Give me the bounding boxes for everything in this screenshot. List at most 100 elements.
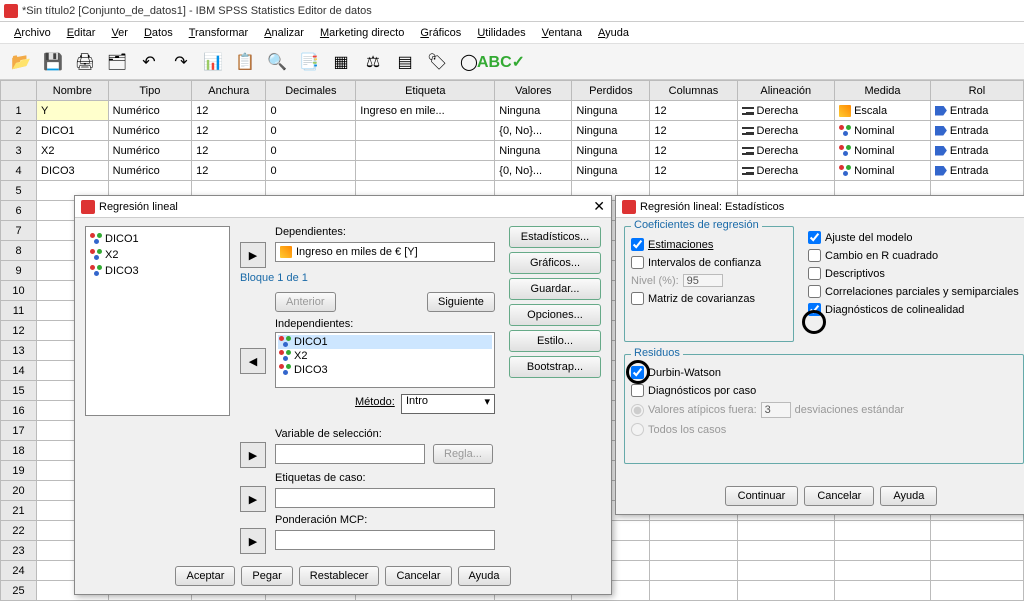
spell-icon[interactable]: ABC✓ [488,49,514,75]
estimates-checkbox[interactable]: Estimaciones [631,238,787,251]
insert-icon[interactable]: 📑 [296,49,322,75]
row-number[interactable]: 20 [1,481,37,501]
row-number[interactable]: 7 [1,221,37,241]
row-number[interactable]: 1 [1,101,37,121]
cell-perdidos[interactable]: Ninguna [572,101,650,121]
cell-etiqueta[interactable] [356,141,495,161]
move-selection-button[interactable]: ▶ [240,442,266,468]
cell-alineacion[interactable]: Derecha [737,141,835,161]
find-icon[interactable]: 🔍 [264,49,290,75]
cell-decimales[interactable]: 0 [266,121,356,141]
col-header[interactable]: Decimales [266,81,356,101]
cell-nombre[interactable]: X2 [37,141,109,161]
split-icon[interactable]: ▦ [328,49,354,75]
menu-ayuda[interactable]: Ayuda [592,25,635,41]
cell-rol[interactable]: Entrada [930,121,1023,141]
move-dependent-button[interactable]: ▶ [240,242,266,268]
model-fit-checkbox[interactable]: Ajuste del modelo [808,231,1019,244]
selection-field[interactable] [275,444,425,464]
dialog-button[interactable]: Ayuda [880,486,937,506]
cell-rol[interactable]: Entrada [930,141,1023,161]
confidence-intervals-checkbox[interactable]: Intervalos de confianza [631,256,787,269]
cell-alineacion[interactable]: Derecha [737,161,835,181]
durbin-watson-checkbox[interactable]: Durbin-Watson [631,366,1017,379]
row-number[interactable]: 13 [1,341,37,361]
var-item[interactable]: DICO3 [90,263,225,279]
cell-valores[interactable]: Ninguna [495,101,572,121]
dialog-button[interactable]: Continuar [725,486,799,506]
cell-rol[interactable]: Entrada [930,101,1023,121]
col-header[interactable]: Medida [835,81,931,101]
cell-alineacion[interactable]: Derecha [737,121,835,141]
cell-etiqueta[interactable]: Ingreso en mile... [356,101,495,121]
covariance-matrix-checkbox[interactable]: Matriz de covarianzas [631,292,787,305]
r2-change-checkbox[interactable]: Cambio en R cuadrado [808,249,1019,262]
row-number[interactable]: 24 [1,561,37,581]
menu-editar[interactable]: Editar [61,25,102,41]
cell-nombre[interactable]: DICO3 [37,161,109,181]
move-mcp-button[interactable]: ▶ [240,528,266,554]
cell-columnas[interactable]: 12 [650,141,737,161]
col-header[interactable]: Columnas [650,81,737,101]
row-number[interactable]: 9 [1,261,37,281]
casewise-diagnostics-checkbox[interactable]: Diagnósticos por caso [631,384,1017,397]
col-header[interactable]: Rol [930,81,1023,101]
side-button-4[interactable]: Estilo... [509,330,601,352]
col-header[interactable]: Nombre [37,81,109,101]
dialog-button[interactable]: Ayuda [458,566,511,586]
cell-tipo[interactable]: Numérico [108,161,191,181]
row-number[interactable]: 4 [1,161,37,181]
cell-etiqueta[interactable] [356,121,495,141]
col-header[interactable]: Valores [495,81,572,101]
cell-tipo[interactable]: Numérico [108,101,191,121]
row-number[interactable]: 12 [1,321,37,341]
side-button-1[interactable]: Gráficos... [509,252,601,274]
menu-transformar[interactable]: Transformar [183,25,255,41]
vars-icon[interactable]: 📋 [232,49,258,75]
col-header[interactable]: Perdidos [572,81,650,101]
cell-anchura[interactable]: 12 [192,141,266,161]
weight-icon[interactable]: ⚖ [360,49,386,75]
cell-medida[interactable]: Nominal [835,161,931,181]
side-button-3[interactable]: Opciones... [509,304,601,326]
close-icon[interactable]: ✕ [593,198,605,215]
row-number[interactable]: 10 [1,281,37,301]
cell-perdidos[interactable]: Ninguna [572,121,650,141]
indep-item[interactable]: DICO3 [278,363,492,377]
cell-nombre[interactable]: DICO1 [37,121,109,141]
save-icon[interactable]: 💾 [40,49,66,75]
row-number[interactable]: 25 [1,581,37,601]
row-number[interactable]: 21 [1,501,37,521]
side-button-5[interactable]: Bootstrap... [509,356,601,378]
row-number[interactable]: 8 [1,241,37,261]
cell-valores[interactable]: Ninguna [495,141,572,161]
dependent-field[interactable]: Ingreso en miles de € [Y] [275,242,495,262]
row-number[interactable]: 17 [1,421,37,441]
menu-utilidades[interactable]: Utilidades [471,25,531,41]
menu-gráficos[interactable]: Gráficos [414,25,467,41]
side-button-2[interactable]: Guardar... [509,278,601,300]
menu-ventana[interactable]: Ventana [536,25,588,41]
descriptives-checkbox[interactable]: Descriptivos [808,267,1019,280]
cell-rol[interactable]: Entrada [930,161,1023,181]
menu-archivo[interactable]: Archivo [8,25,57,41]
col-header[interactable]: Alineación [737,81,835,101]
recall-icon[interactable]: 🗂 [104,49,130,75]
cell-decimales[interactable]: 0 [266,161,356,181]
row-number[interactable]: 3 [1,141,37,161]
row-number[interactable]: 18 [1,441,37,461]
cell-medida[interactable]: Nominal [835,141,931,161]
menu-datos[interactable]: Datos [138,25,179,41]
undo-icon[interactable]: ↶ [136,49,162,75]
dialog-button[interactable]: Restablecer [299,566,380,586]
cell-decimales[interactable]: 0 [266,101,356,121]
cell-alineacion[interactable]: Derecha [737,101,835,121]
collinearity-checkbox[interactable]: Diagnósticos de colinealidad [808,303,1019,316]
cell-valores[interactable]: {0, No}... [495,121,572,141]
case-label-field[interactable] [275,488,495,508]
row-number[interactable]: 6 [1,201,37,221]
row-number[interactable]: 11 [1,301,37,321]
redo-icon[interactable]: ↷ [168,49,194,75]
side-button-0[interactable]: Estadísticos... [509,226,601,248]
variables-list[interactable]: DICO1X2DICO3 [85,226,230,416]
